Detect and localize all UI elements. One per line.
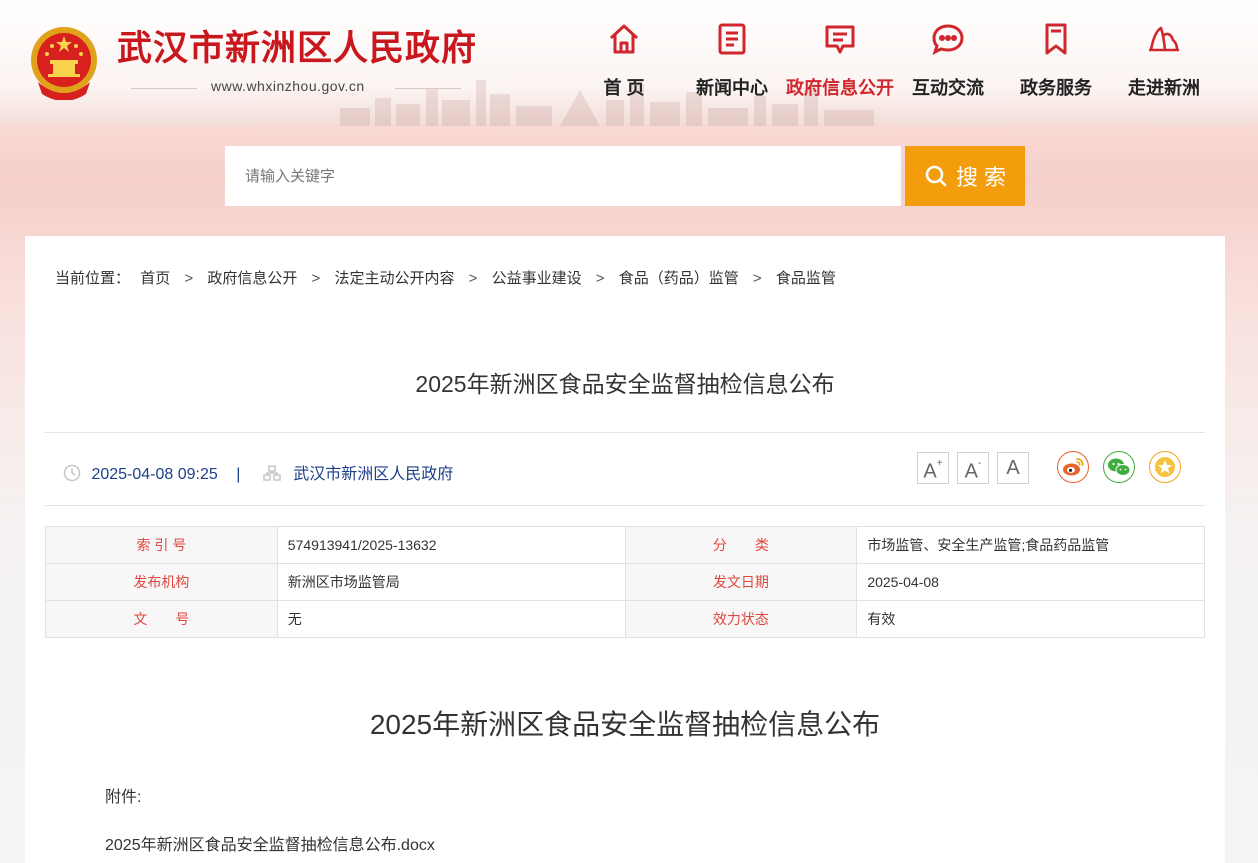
share-weibo-button[interactable]: [1057, 451, 1089, 483]
nav-item-label: 走进新洲: [1128, 78, 1200, 98]
breadcrumb-statutory-content[interactable]: 法定主动公开内容: [334, 267, 454, 288]
attachment-label: 附件:: [105, 789, 142, 806]
info-label-document-number: 文 号: [45, 600, 278, 638]
publish-date: 2025-04-08 09:25: [91, 466, 218, 483]
organization-icon: [263, 465, 281, 481]
breadcrumb-public-welfare[interactable]: 公益事业建设: [492, 267, 582, 288]
breadcrumb-separator: >: [468, 270, 478, 287]
info-disclosure-icon: [825, 25, 855, 54]
divider-line: [395, 88, 461, 89]
weibo-icon: [1063, 458, 1084, 476]
table-row: 发布机构 新洲区市场监管局 发文日期 2025-04-08: [45, 563, 1205, 601]
favorite-button[interactable]: [1149, 451, 1181, 483]
breadcrumb: 当前位置： 首页 > 政府信息公开 > 法定主动公开内容 > 公益事业建设 > …: [55, 267, 836, 288]
divider-line: [45, 432, 1205, 433]
info-label-category: 分 类: [624, 526, 858, 564]
meta-separator: |: [236, 466, 241, 483]
nav-item-label: 互动交流: [912, 78, 984, 98]
info-value-category: 市场监管、安全生产监管;食品药品监管: [856, 526, 1205, 564]
info-value-document-number: 无: [276, 600, 626, 638]
info-label-publisher: 发布机构: [45, 563, 278, 601]
info-value-index-number: 574913941/2025-13632: [276, 526, 626, 564]
chat-icon: [932, 24, 964, 55]
info-value-publisher: 新洲区市场监管局: [276, 563, 626, 601]
main-nav: 首 页 新闻中心 政府信息公开 互动交流 政务服务 走进新洲: [570, 22, 1230, 102]
breadcrumb-prefix: 当前位置：: [55, 270, 131, 287]
search-button[interactable]: 搜 索: [905, 146, 1025, 206]
info-value-validity: 有效: [856, 600, 1205, 638]
site-header: 武汉市新洲区人民政府 www.whxinzhou.gov.cn 首 页 新闻中心…: [0, 0, 1258, 126]
site-url-row: www.whxinzhou.gov.cn: [131, 78, 461, 98]
search-button-label: 搜 索: [955, 165, 1007, 190]
font-button-letter: A: [964, 460, 978, 483]
breadcrumb-info-disclosure[interactable]: 政府信息公开: [207, 267, 297, 288]
font-button-letter: A: [923, 460, 937, 483]
share-wechat-button[interactable]: [1103, 451, 1135, 483]
bookmark-icon: [1045, 23, 1067, 55]
wechat-icon: [1108, 458, 1131, 476]
nav-item-label: 政府信息公开: [786, 78, 894, 98]
breadcrumb-separator: >: [752, 270, 762, 287]
divider-line: [131, 88, 197, 89]
nav-item-info-disclosure[interactable]: 政府信息公开: [786, 22, 894, 100]
site-title[interactable]: 武汉市新洲区人民政府: [117, 20, 477, 71]
landmark-icon: [1149, 26, 1179, 52]
info-label-issue-date: 发文日期: [624, 563, 858, 601]
info-label-index-number: 索 引 号: [45, 526, 278, 564]
site-url: www.whxinzhou.gov.cn: [211, 78, 365, 94]
divider-line: [45, 505, 1205, 506]
breadcrumb-separator: >: [595, 270, 605, 287]
font-decrease-mark: -: [978, 458, 982, 469]
breadcrumb-separator: >: [184, 270, 194, 287]
article-meta: 2025-04-08 09:25 | 武汉市新洲区人民政府: [63, 460, 454, 483]
font-increase-mark: +: [936, 458, 943, 469]
search-icon: [925, 165, 947, 187]
home-icon: [609, 24, 639, 54]
font-button-letter: A: [1006, 457, 1020, 479]
article-card: 当前位置： 首页 > 政府信息公开 > 法定主动公开内容 > 公益事业建设 > …: [25, 236, 1225, 863]
article-source: 武汉市新洲区人民政府: [293, 466, 454, 483]
news-icon: [718, 23, 746, 55]
clock-icon: [63, 464, 81, 482]
info-value-issue-date: 2025-04-08: [856, 563, 1205, 601]
breadcrumb-home[interactable]: 首页: [140, 267, 170, 288]
attachment-link[interactable]: 2025年新洲区食品安全监督抽检信息公布.docx: [105, 831, 435, 855]
table-row: 索 引 号 574913941/2025-13632 分 类 市场监管、安全生产…: [45, 526, 1205, 564]
search-input[interactable]: [225, 146, 901, 206]
nav-item-label: 政务服务: [1020, 78, 1092, 98]
nav-item-label: 新闻中心: [696, 78, 768, 98]
nav-item-label: 首 页: [603, 78, 645, 98]
article-title: 2025年新洲区食品安全监督抽检信息公布: [415, 371, 835, 397]
nav-item-news[interactable]: 新闻中心: [678, 22, 786, 100]
favorite-star-icon: [1155, 457, 1175, 477]
table-row: 文 号 无 效力状态 有效: [45, 600, 1205, 638]
font-increase-button[interactable]: A+: [917, 452, 949, 484]
nav-item-home[interactable]: 首 页: [570, 22, 678, 100]
breadcrumb-food-drug-regulation[interactable]: 食品（药品）监管: [619, 267, 739, 288]
font-default-button[interactable]: A: [997, 452, 1029, 484]
nav-item-interaction[interactable]: 互动交流: [894, 22, 1002, 100]
breadcrumb-food-regulation[interactable]: 食品监管: [776, 267, 836, 288]
nav-item-about[interactable]: 走进新洲: [1110, 22, 1218, 100]
document-info-table: 索 引 号 574913941/2025-13632 分 类 市场监管、安全生产…: [45, 526, 1205, 638]
content-title: 2025年新洲区食品安全监督抽检信息公布: [369, 709, 881, 740]
breadcrumb-separator: >: [311, 270, 321, 287]
nav-item-services[interactable]: 政务服务: [1002, 22, 1110, 100]
info-label-validity: 效力状态: [624, 600, 858, 638]
font-decrease-button[interactable]: A-: [957, 452, 989, 484]
national-emblem-logo[interactable]: [28, 24, 100, 100]
